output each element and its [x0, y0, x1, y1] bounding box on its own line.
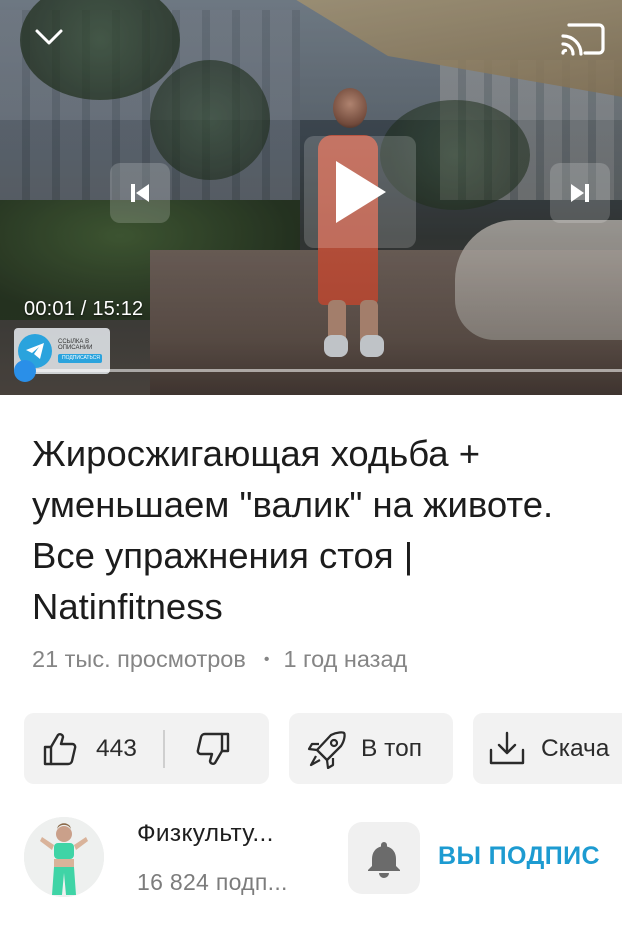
download-button[interactable]: Скача	[473, 713, 622, 784]
badge-subscribe-label: ПОДПИСАТЬСЯ	[58, 354, 102, 363]
download-icon	[489, 731, 525, 764]
skip-next-icon	[571, 184, 589, 202]
previous-video-button[interactable]	[110, 163, 170, 223]
avatar-image	[24, 817, 104, 897]
to-top-label: В топ	[361, 734, 422, 762]
upload-age: 1 год назад	[283, 646, 408, 672]
to-top-button[interactable]: В топ	[289, 713, 453, 784]
thumbs-down-icon[interactable]	[195, 732, 231, 766]
play-icon	[336, 161, 386, 223]
subscriber-count: 16 824 подп...	[137, 869, 288, 895]
channel-name[interactable]: Физкульту...	[137, 820, 274, 848]
bell-icon	[368, 842, 400, 878]
progress-bar[interactable]	[24, 369, 622, 372]
like-count[interactable]: 443	[96, 735, 137, 763]
subscribed-button[interactable]: ВЫ ПОДПИС	[438, 842, 600, 871]
progress-thumb[interactable]	[13, 360, 36, 382]
next-video-button[interactable]	[550, 163, 610, 223]
collapse-button[interactable]	[28, 20, 70, 54]
skip-previous-icon	[131, 184, 149, 202]
meta-separator: •	[263, 650, 270, 668]
notification-bell-button[interactable]	[348, 822, 420, 894]
cast-icon	[561, 23, 605, 56]
like-divider	[162, 729, 165, 768]
play-button[interactable]	[304, 136, 416, 248]
cast-button[interactable]	[558, 16, 608, 60]
badge-caption: ССЫЛКА В ОПИСАНИИ	[58, 339, 93, 351]
video-meta: 21 тыс. просмотров • 1 год назад	[32, 646, 407, 673]
view-count: 21 тыс. просмотров	[32, 646, 246, 672]
channel-avatar[interactable]	[24, 817, 104, 897]
playback-time: 00:01 / 15:12	[24, 298, 144, 320]
thumbs-up-icon[interactable]	[42, 732, 78, 766]
rocket-icon	[307, 730, 346, 769]
like-dislike-group: 443	[24, 713, 269, 784]
video-title: Жиросжигающая ходьба + уменьшаем "валик"…	[32, 433, 554, 627]
download-label: Скача	[541, 734, 610, 762]
video-player[interactable]: 00:01 / 15:12 ССЫЛКА В ОПИСАНИИ ПОДПИСАТ…	[0, 0, 622, 395]
chevron-down-icon	[35, 29, 63, 45]
